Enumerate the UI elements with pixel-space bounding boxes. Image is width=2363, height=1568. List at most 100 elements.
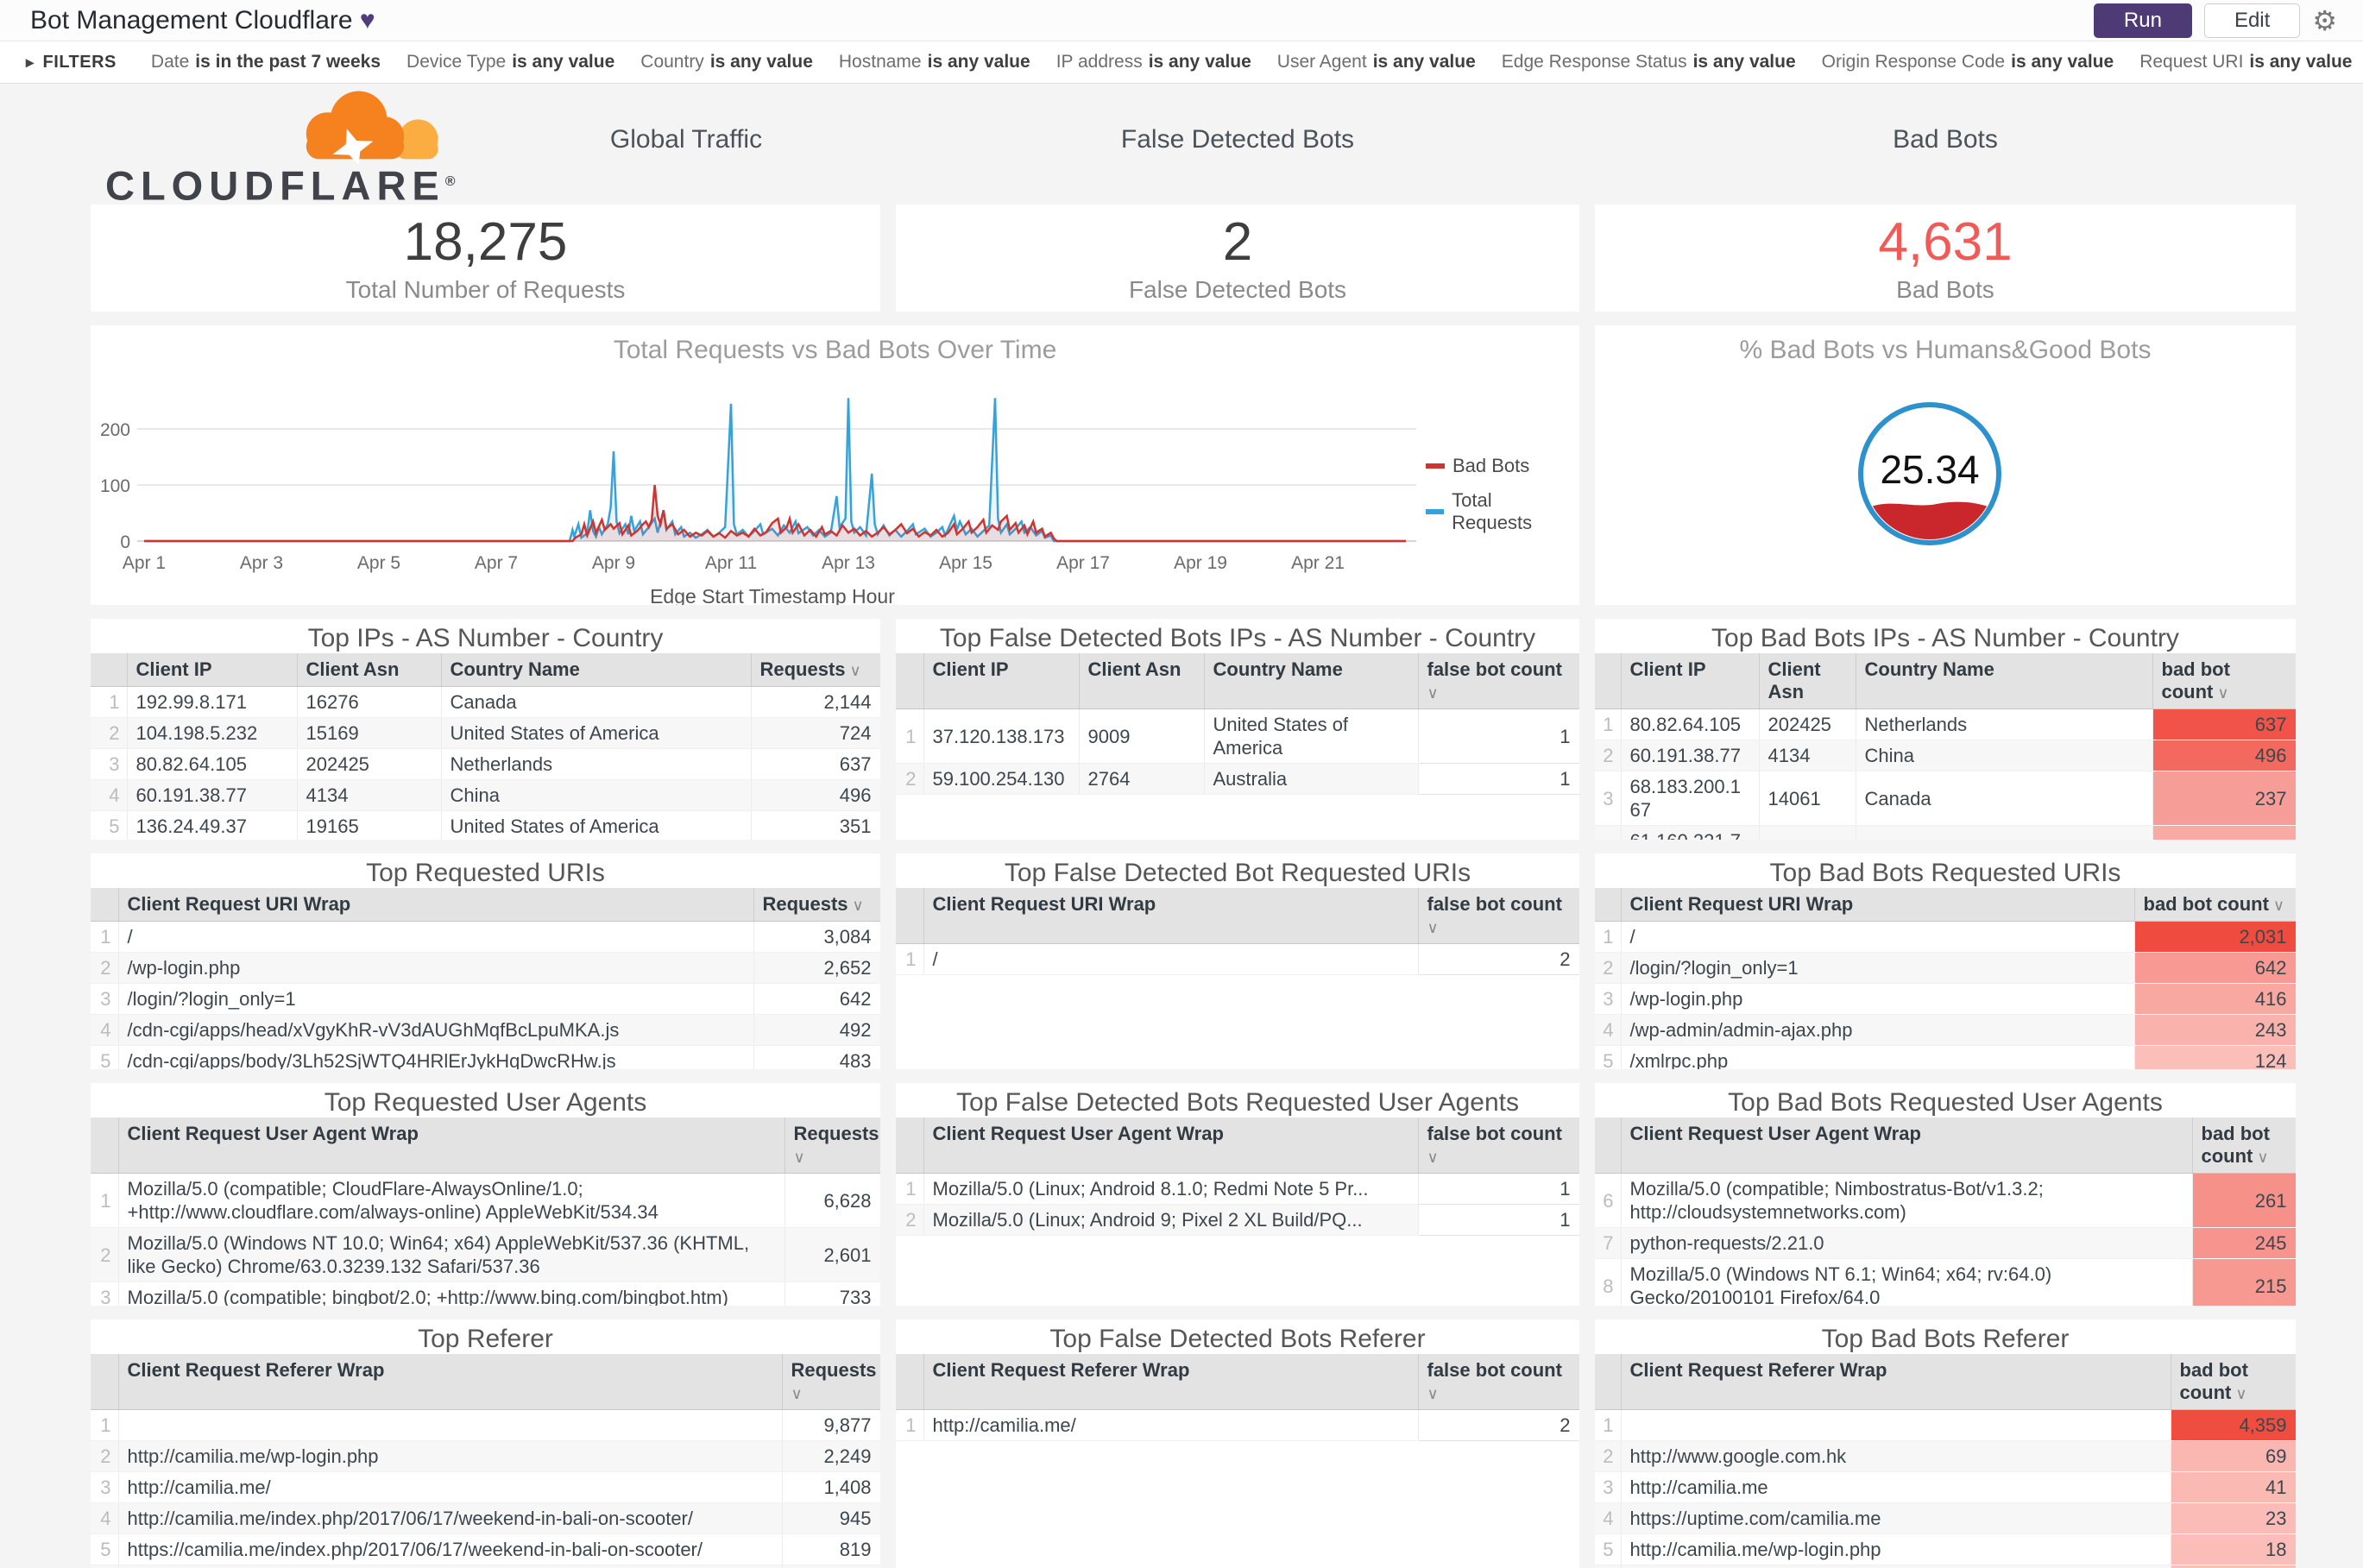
sorted-column-header[interactable]: Requests ∨ xyxy=(782,1354,880,1410)
count-text: 2 xyxy=(1427,1414,1571,1437)
chart-text: Apr 1 xyxy=(123,553,166,573)
count-cell: 1 xyxy=(1418,1174,1579,1205)
dashboard-grid: 18,275 Total Number of Requests 2 False … xyxy=(91,205,2296,1568)
count-text: 3,084 xyxy=(763,925,872,948)
count-cell: 2,601 xyxy=(785,1228,880,1282)
column-header[interactable]: Client Request User Agent Wrap xyxy=(923,1118,1418,1174)
column-header[interactable]: Client Request User Agent Wrap xyxy=(118,1118,785,1174)
legend-item-total-requests[interactable]: Total Requests xyxy=(1426,489,1572,534)
column-header[interactable]: Country Name xyxy=(441,653,751,687)
row-number-header xyxy=(1595,1354,1621,1410)
cell: 202425 xyxy=(297,749,441,780)
column-header[interactable]: Client Asn xyxy=(1079,653,1204,709)
chart-text: Apr 11 xyxy=(705,553,757,573)
filter-chip[interactable]: Origin Response Codeis any value xyxy=(1822,52,2114,72)
count-text: 6,628 xyxy=(794,1189,872,1212)
column-header[interactable]: Client Request URI Wrap xyxy=(118,888,753,922)
cell-text: 9009 xyxy=(1088,725,1195,748)
count-cell: 2,652 xyxy=(753,953,880,984)
gauge-value: 25.34 xyxy=(1843,446,2016,493)
cell-text: Mozilla/5.0 (Windows NT 6.1; Win64; x64;… xyxy=(1630,1263,2183,1306)
filter-condition: is any value xyxy=(1693,52,1796,72)
cell-text: / xyxy=(128,925,745,948)
cloudflare-cloud-icon xyxy=(287,85,459,165)
column-header-label: Country Name xyxy=(1865,658,1994,680)
edit-button[interactable]: Edit xyxy=(2204,3,2300,38)
legend-item-bad-bots[interactable]: Bad Bots xyxy=(1426,455,1572,477)
count-cell: 496 xyxy=(751,780,880,811)
cell: http://camilia.me/ xyxy=(1621,1565,2171,1568)
column-header-label: false bot count xyxy=(1427,1123,1562,1144)
row-number: 1 xyxy=(896,1410,923,1441)
table-header-row: Client IPClient Asn Country Name bad bot c… xyxy=(1595,653,2296,709)
kpi-label: Bad Bots xyxy=(1896,276,1994,304)
column-header[interactable]: Client Request Referer Wrap xyxy=(923,1354,1418,1410)
cell-text: United States of America xyxy=(451,721,742,745)
table-row: 2Mozilla/5.0 (Windows NT 10.0; Win64; x6… xyxy=(91,1228,880,1282)
cell: /cdn-cgi/apps/body/3Lh52SjWTQ4HRlErJykHq… xyxy=(118,1046,753,1070)
legend-swatch-icon xyxy=(1426,509,1444,514)
sorted-column-header[interactable]: false bot count ∨ xyxy=(1418,653,1579,709)
column-header[interactable]: Client IP xyxy=(1621,653,1759,709)
table-header-row: Client Request User Agent Wrapbad bot co… xyxy=(1595,1118,2296,1174)
sorted-column-header[interactable]: bad bot count ∨ xyxy=(2171,1354,2296,1410)
cell-text: 60.191.38.77 xyxy=(136,784,288,807)
row-number: 1 xyxy=(1595,1410,1621,1441)
sorted-column-header[interactable]: Requests ∨ xyxy=(751,653,880,687)
sorted-column-header[interactable]: Requests ∨ xyxy=(785,1118,880,1174)
table-row: 3Mozilla/5.0 (compatible; bingbot/2.0; +… xyxy=(91,1282,880,1307)
sorted-column-header[interactable]: bad bot count ∨ xyxy=(2152,653,2296,709)
cell-text: Mozilla/5.0 (compatible; Nimbostratus-Bo… xyxy=(1630,1177,2183,1224)
column-header[interactable]: Client Request URI Wrap xyxy=(1621,888,2134,922)
filter-chip[interactable]: IP addressis any value xyxy=(1056,52,1251,72)
cell-text: https://uptime.com/camilia.me xyxy=(1630,1507,2162,1530)
row-number-header xyxy=(91,653,127,687)
sorted-column-header[interactable]: false bot count ∨ xyxy=(1418,1354,1579,1410)
column-header[interactable]: Client IP xyxy=(127,653,297,687)
chart-text: Apr 3 xyxy=(240,553,283,573)
filter-chip[interactable]: Dateis in the past 7 weeks xyxy=(151,52,381,72)
table-row: 1http://camilia.me/2 xyxy=(896,1410,1579,1441)
filter-condition: is any value xyxy=(928,52,1030,72)
sorted-column-header[interactable]: bad bot count ∨ xyxy=(2192,1118,2296,1174)
filter-chip[interactable]: Countryis any value xyxy=(640,52,813,72)
column-header[interactable]: Country Name xyxy=(1856,653,2152,709)
cell-text: http://camilia.me/ xyxy=(128,1476,773,1499)
sorted-column-header[interactable]: false bot count ∨ xyxy=(1418,1118,1579,1174)
column-header[interactable]: Client Request User Agent Wrap xyxy=(1621,1118,2192,1174)
column-header[interactable]: Client Asn xyxy=(1759,653,1856,709)
kpi-value: 2 xyxy=(1223,212,1252,273)
filter-chip[interactable]: Device Typeis any value xyxy=(406,52,614,72)
sorted-column-header[interactable]: bad bot count ∨ xyxy=(2134,888,2296,922)
filters-toggle[interactable]: ▸ FILTERS xyxy=(26,53,117,72)
row-number: 2 xyxy=(1595,740,1621,771)
sorted-column-header[interactable]: Requests ∨ xyxy=(753,888,880,922)
count-cell: 1 xyxy=(1418,1205,1579,1236)
cell-text: 59.100.254.130 xyxy=(933,767,1070,790)
column-header[interactable]: Country Name xyxy=(1204,653,1418,709)
filter-chip[interactable]: User Agentis any value xyxy=(1277,52,1476,72)
filter-condition: is any value xyxy=(1373,52,1476,72)
sorted-column-header[interactable]: false bot count ∨ xyxy=(1418,888,1579,944)
cell-text: Canada xyxy=(451,690,742,714)
filter-chip[interactable]: Hostnameis any value xyxy=(839,52,1030,72)
column-header[interactable]: Client Request URI Wrap xyxy=(923,888,1418,944)
count-cell: 819 xyxy=(782,1534,880,1565)
column-header[interactable]: Client Request Referer Wrap xyxy=(1621,1354,2171,1410)
run-button[interactable]: Run xyxy=(2094,3,2192,38)
column-header-label: Client Asn xyxy=(1768,658,1821,702)
column-header[interactable]: Client Request Referer Wrap xyxy=(118,1354,782,1410)
count-text: 41 xyxy=(2180,1476,2287,1499)
filter-chip[interactable]: Edge Response Statusis any value xyxy=(1502,52,1796,72)
column-header[interactable]: Client Asn xyxy=(297,653,441,687)
cell-text: /cdn-cgi/apps/body/3Lh52SjWTQ4HRlErJykHq… xyxy=(128,1049,745,1069)
chart-text: Apr 9 xyxy=(592,553,635,573)
count-text: 215 xyxy=(2202,1275,2287,1298)
filter-chip[interactable]: Request URIis any value xyxy=(2139,52,2352,72)
count-text: 18 xyxy=(2180,1538,2287,1561)
column-header[interactable]: Client IP xyxy=(923,653,1079,709)
kpi-value: 4,631 xyxy=(1878,212,2012,273)
cell: /login/?login_only=1 xyxy=(118,984,753,1015)
filters-label: FILTERS xyxy=(43,53,117,72)
gear-icon[interactable]: ⚙ xyxy=(2312,3,2337,38)
